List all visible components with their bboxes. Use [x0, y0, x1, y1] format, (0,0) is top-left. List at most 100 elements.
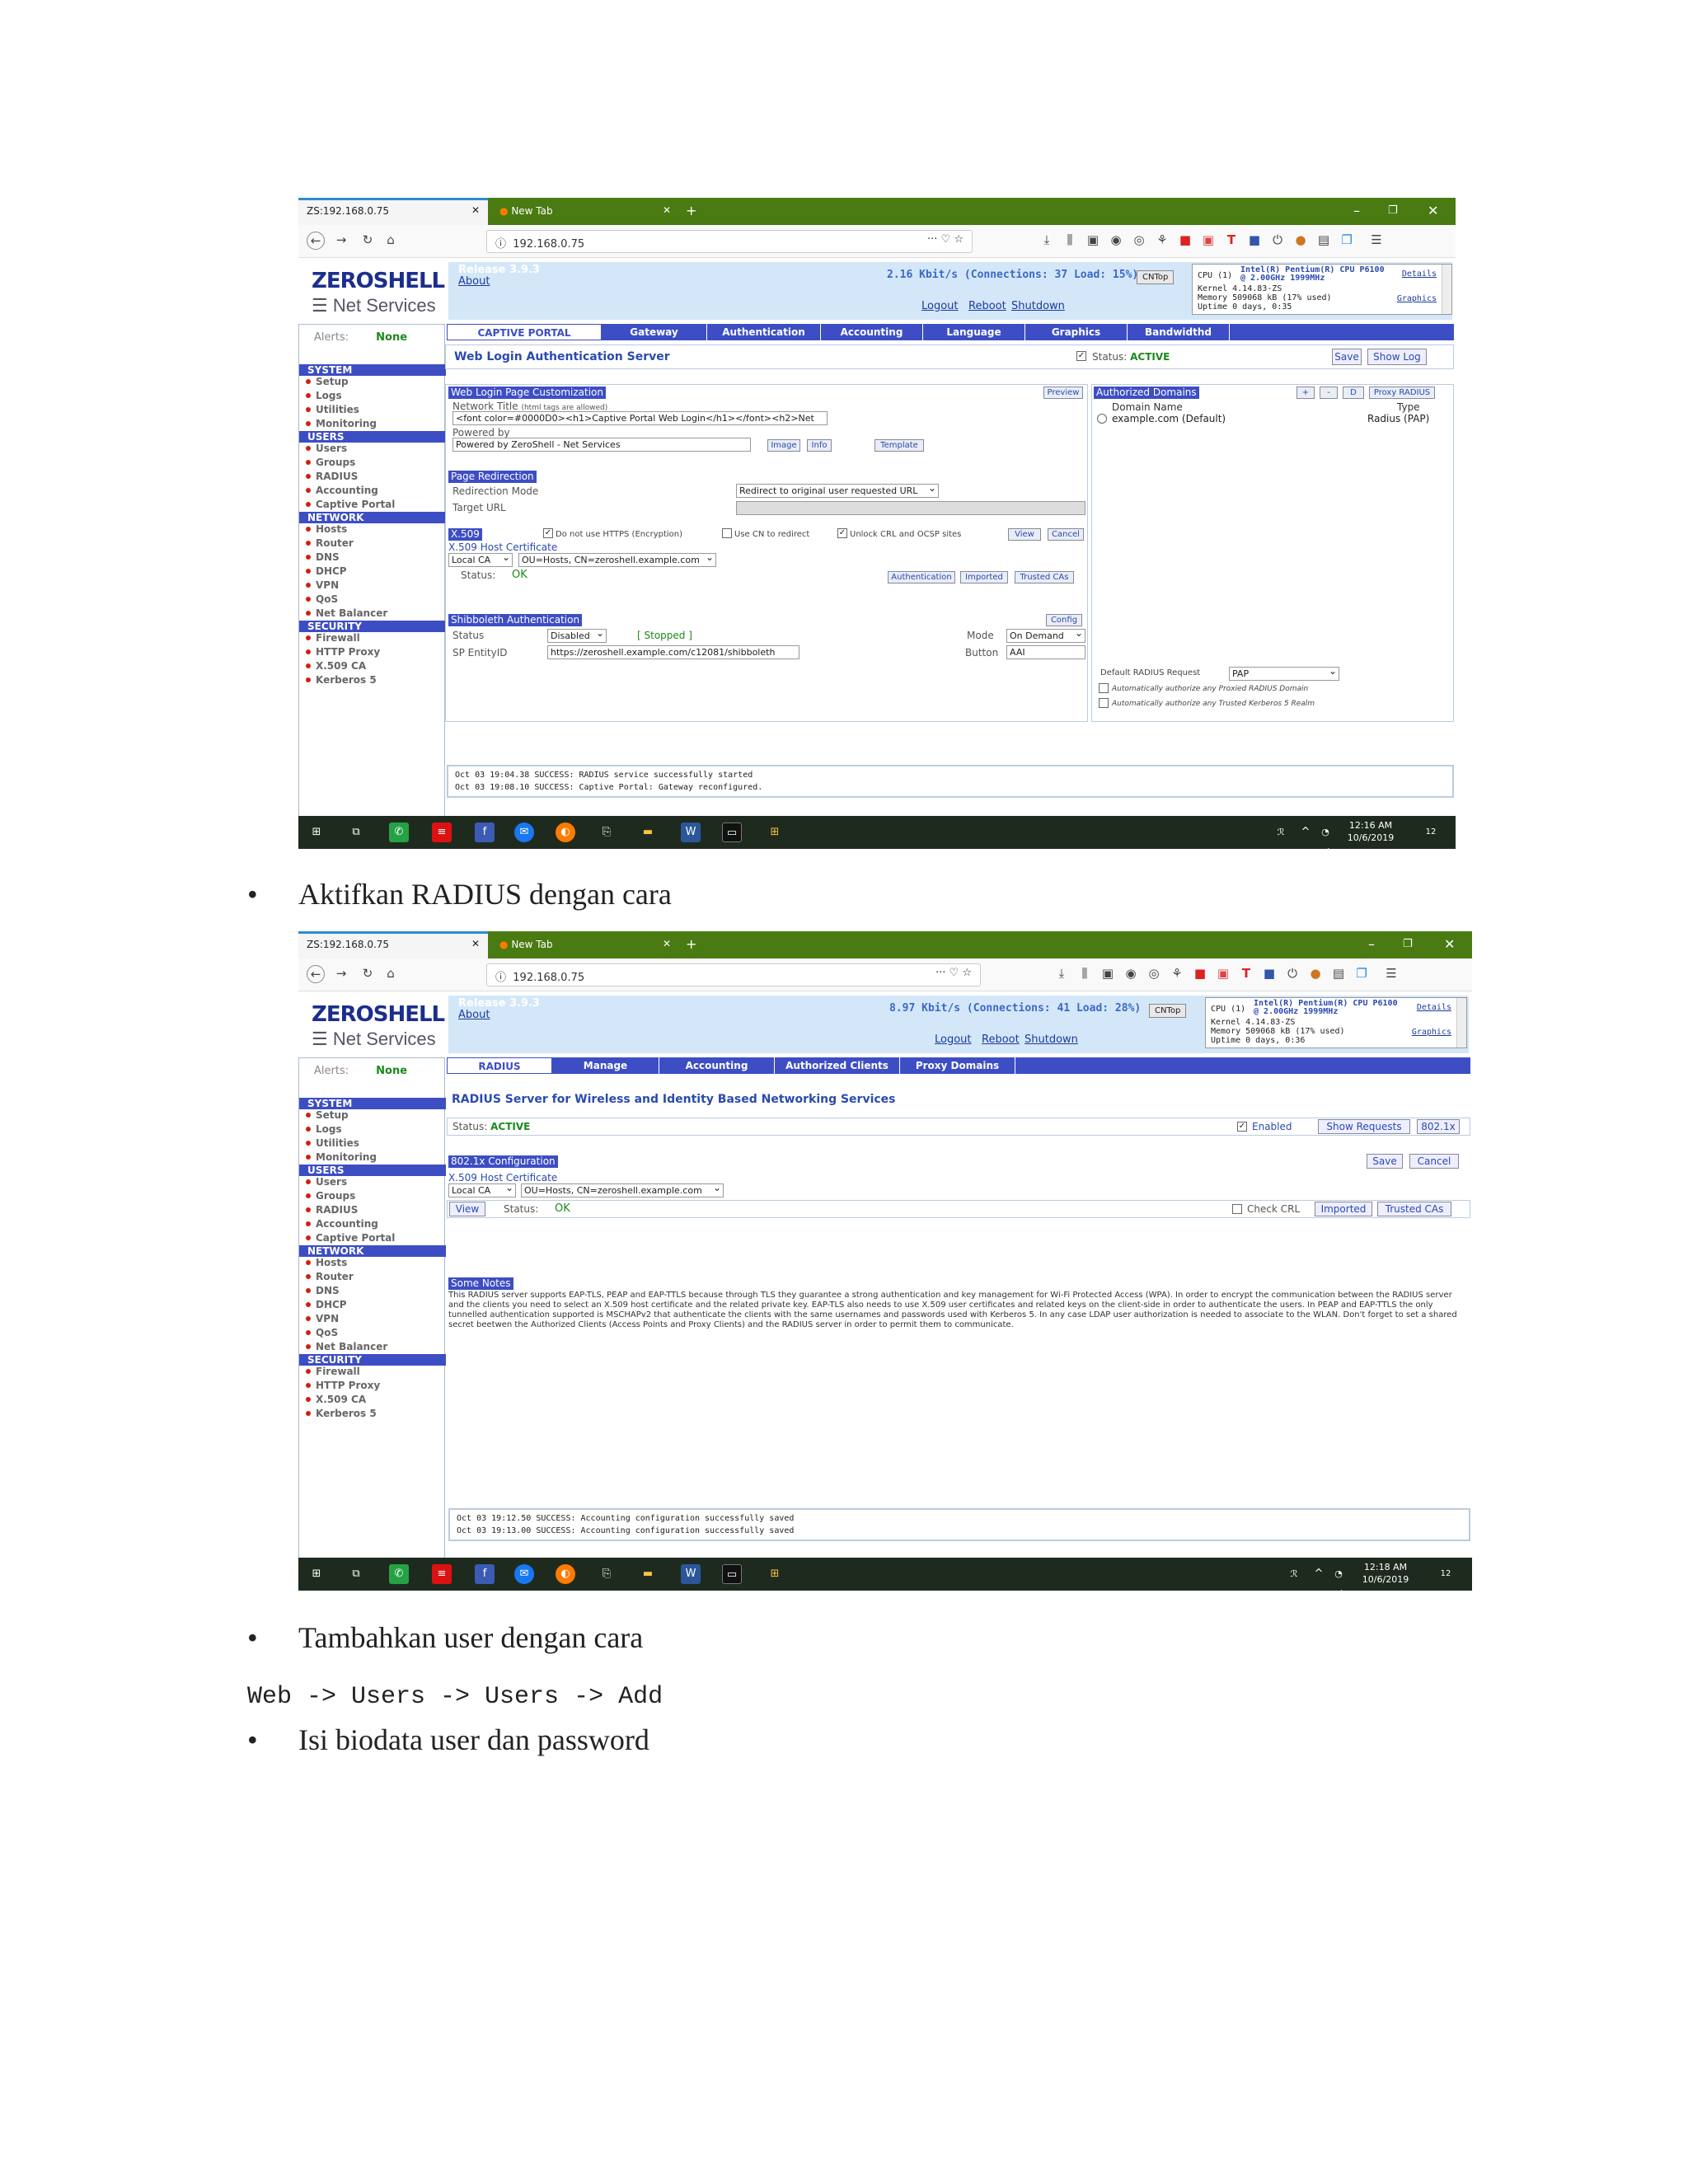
file-explorer-icon[interactable]: ▬	[638, 823, 658, 842]
tab-accounting[interactable]: Accounting	[659, 1057, 775, 1074]
network-app-icon[interactable]: ⎘	[597, 1564, 617, 1584]
sidebar-item-net-balancer[interactable]: Net Balancer	[305, 607, 387, 619]
sidebar-item-logs[interactable]: Logs	[306, 390, 342, 401]
wifi-volume-icon[interactable]: ◔ ◁)	[1329, 1564, 1348, 1591]
extension-icon[interactable]: ■	[1263, 967, 1276, 980]
sidebar-item-radius[interactable]: RADIUS	[305, 471, 358, 482]
sidebar-item-dns[interactable]: DNS	[306, 551, 340, 563]
redirection-mode-select[interactable]: Redirect to original user requested URL	[736, 484, 939, 498]
windows-start-icon[interactable]: ⊞	[307, 1564, 326, 1584]
sidebar-item-qos[interactable]: QoS	[305, 593, 338, 605]
local-ca-select[interactable]: Local CA	[448, 553, 513, 567]
back-icon[interactable]: ←	[307, 232, 325, 250]
app-icon[interactable]: ≡	[432, 823, 452, 842]
logout-link[interactable]: Logout	[921, 300, 959, 312]
browser-tab-new[interactable]: ● New Tab ✕	[490, 198, 678, 225]
people-icon[interactable]: ℛ	[1284, 1564, 1304, 1584]
bookmark-star-icon[interactable]: ··· ♡ ☆	[927, 233, 964, 246]
notification-icon[interactable]: 12	[1436, 1564, 1456, 1584]
app-icon[interactable]: ⊞	[765, 823, 785, 842]
config-button[interactable]: Config	[1046, 614, 1082, 626]
sidebar-icon[interactable]: ▣	[1086, 233, 1100, 246]
tab-authorized-clients[interactable]: Authorized Clients	[775, 1057, 900, 1074]
browser-tab-active[interactable]: ZS:192.168.0.75 ✕	[298, 931, 488, 958]
terminal-icon[interactable]: ▭	[722, 1564, 742, 1584]
sidebar-item-monitoring[interactable]: Monitoring	[306, 1151, 377, 1163]
cntop-button[interactable]: CNTop	[1137, 270, 1175, 284]
save-button[interactable]: Save	[1332, 349, 1362, 365]
new-tab-plus-icon[interactable]: +	[686, 936, 696, 952]
library-icon[interactable]: ⫼	[1078, 967, 1091, 980]
sidebar-item-vpn[interactable]: VPN	[305, 1313, 339, 1324]
cancel-button[interactable]: Cancel	[1409, 1154, 1459, 1169]
sidebar-item-radius[interactable]: RADIUS	[305, 1204, 358, 1216]
view-button[interactable]: View	[449, 1202, 485, 1216]
minimize-icon[interactable]: –	[1368, 936, 1375, 952]
auto-proxied-checkbox[interactable]	[1099, 683, 1109, 693]
tray-arrow-icon[interactable]: ^	[1296, 823, 1315, 842]
add-domain-button[interactable]: +	[1296, 387, 1315, 399]
tab-bandwidthd[interactable]: Bandwidthd	[1128, 324, 1230, 340]
close-tab-icon[interactable]: ✕	[471, 938, 480, 949]
button-input[interactable]: AAI	[1006, 645, 1085, 659]
show-log-button[interactable]: Show Log	[1367, 349, 1427, 365]
powered-by-input[interactable]: Powered by ZeroShell - Net Services	[452, 438, 751, 452]
trusted-cas-button[interactable]: Trusted CAs	[1015, 571, 1074, 583]
reboot-link[interactable]: Reboot	[968, 300, 1006, 312]
extension-icon[interactable]: ■	[1179, 233, 1192, 246]
messenger-icon[interactable]: ✉	[514, 823, 534, 842]
sidebar-item-http-proxy[interactable]: HTTP Proxy	[305, 646, 380, 658]
sidebar-item-utilities[interactable]: Utilities	[306, 404, 359, 415]
extension-icon[interactable]: ■	[1248, 233, 1261, 246]
tab-accounting[interactable]: Accounting	[821, 324, 923, 340]
download-icon[interactable]: ⤓	[1040, 233, 1053, 246]
logout-link[interactable]: Logout	[935, 1033, 972, 1046]
default-domain-button[interactable]: D	[1343, 387, 1364, 399]
browser-tab-active[interactable]: ZS:192.168.0.75 ✕	[298, 198, 488, 225]
menu-icon[interactable]: ☰	[1385, 967, 1398, 980]
tab-graphics[interactable]: Graphics	[1025, 324, 1128, 340]
shib-status-select[interactable]: Disabled	[547, 629, 607, 643]
sidebar-item-x509-ca[interactable]: X.509 CA	[305, 1394, 366, 1405]
reload-icon[interactable]: ↻	[361, 233, 374, 246]
sidebar-item-vpn[interactable]: VPN	[305, 579, 339, 591]
messenger-icon[interactable]: ✉	[514, 1564, 534, 1584]
notification-icon[interactable]: 12	[1421, 823, 1441, 842]
app-icon[interactable]: ≡	[432, 1564, 452, 1584]
firefox-icon[interactable]: ◐	[556, 823, 575, 842]
sidebar-item-setup[interactable]: Setup	[306, 1109, 349, 1121]
remove-domain-button[interactable]: -	[1320, 387, 1338, 399]
terminal-icon[interactable]: ▭	[722, 823, 742, 842]
window-close-icon[interactable]: ✕	[1444, 936, 1455, 952]
reload-icon[interactable]: ↻	[361, 967, 374, 980]
whatsapp-icon[interactable]: ✆	[389, 1564, 409, 1584]
sidebar-item-users[interactable]: Users	[305, 443, 347, 454]
minimize-icon[interactable]: –	[1353, 203, 1360, 218]
sidebar-item-captive-portal[interactable]: Captive Portal	[305, 499, 395, 510]
reboot-link[interactable]: Reboot	[982, 1033, 1020, 1046]
authentication-button[interactable]: Authentication	[888, 571, 955, 583]
details-link[interactable]: Details	[1417, 1003, 1451, 1012]
extension-icon[interactable]: ⚘	[1156, 233, 1169, 246]
sidebar-item-accounting[interactable]: Accounting	[306, 485, 378, 496]
shutdown-link[interactable]: Shutdown	[1025, 1033, 1078, 1046]
sidebar-item-dhcp[interactable]: DHCP	[306, 565, 347, 577]
browser-tab-new[interactable]: ● New Tab ✕	[490, 931, 678, 958]
extension-icon[interactable]: ▤	[1332, 967, 1345, 980]
domain-radio[interactable]	[1097, 414, 1107, 424]
no-https-checkbox[interactable]: ✓	[543, 528, 553, 538]
extension-icon[interactable]: ◎	[1147, 967, 1160, 980]
check-crl-checkbox[interactable]	[1232, 1204, 1242, 1214]
extension-icon[interactable]: ▤	[1317, 233, 1330, 246]
sidebar-item-dhcp[interactable]: DHCP	[306, 1299, 347, 1310]
sidebar-item-logs[interactable]: Logs	[306, 1123, 342, 1135]
tab-gateway[interactable]: Gateway	[602, 324, 707, 340]
extension-icon[interactable]: ●	[1309, 967, 1322, 980]
sidebar-item-dns[interactable]: DNS	[306, 1285, 340, 1296]
extension-icon[interactable]: ❐	[1355, 967, 1368, 980]
extension-icon[interactable]: ■	[1193, 967, 1207, 980]
back-icon[interactable]: ←	[307, 965, 325, 983]
scrollbar[interactable]	[1456, 998, 1466, 1047]
image-button[interactable]: Image	[767, 439, 800, 452]
close-tab-icon[interactable]: ✕	[663, 204, 671, 216]
